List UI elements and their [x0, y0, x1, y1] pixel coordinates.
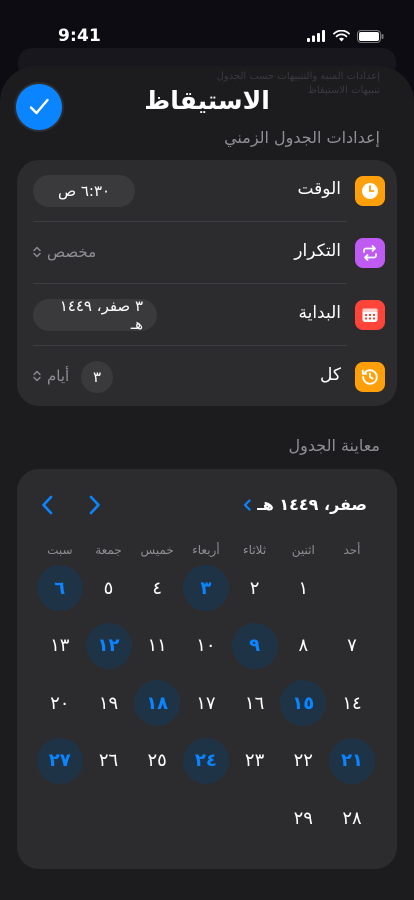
- wifi-icon: [333, 30, 350, 42]
- every-label: كل: [320, 365, 341, 385]
- wake-up-sheet: إعدادات المنبه والتنبيهات حسب الجدول تنب…: [0, 66, 414, 900]
- calendar-day-scheduled[interactable]: ٣: [182, 565, 229, 611]
- preview-section-title: معاينة الجدول: [288, 436, 380, 455]
- calendar-day[interactable]: ٢: [232, 565, 278, 611]
- weekday-label: خميس: [140, 543, 174, 557]
- chevron-up-down-icon: [33, 370, 41, 382]
- calendar-day[interactable]: ١٦: [232, 680, 278, 726]
- calendar-day-scheduled[interactable]: ١٥: [280, 680, 327, 726]
- time-label: الوقت: [297, 179, 341, 199]
- month-picker-button[interactable]: صفر، ١٤٤٩ هـ: [243, 495, 367, 514]
- background-text-line-1: إعدادات المنبه والتنبيهات حسب الجدول: [216, 71, 380, 82]
- cellular-signal-icon: [307, 30, 325, 42]
- status-icons: [307, 29, 384, 43]
- calendar-day-scheduled[interactable]: ٢٧: [36, 737, 83, 784]
- calendar-day[interactable]: ٢٩: [280, 795, 326, 841]
- calendar-day[interactable]: ٢٦: [86, 738, 132, 784]
- start-label: البداية: [298, 303, 341, 323]
- calendar-day[interactable]: ٥: [86, 565, 132, 611]
- status-time: 9:41: [58, 26, 102, 46]
- calendar-day[interactable]: ٢٠: [37, 680, 83, 726]
- weekday-label: أربعاء: [192, 543, 220, 557]
- calendar-day-scheduled[interactable]: ٢٤: [182, 737, 229, 784]
- clock-icon: [355, 176, 385, 206]
- schedule-settings-title: إعدادات الجدول الزمني: [224, 128, 380, 147]
- calendar-day-scheduled[interactable]: ١٨: [134, 680, 181, 726]
- calendar-day[interactable]: ١٠: [183, 623, 229, 669]
- time-value-pill[interactable]: ٦:٣٠ ص: [33, 175, 135, 207]
- calendar-day[interactable]: ٤: [134, 565, 180, 611]
- calendar-day[interactable]: ٨: [280, 623, 326, 669]
- calendar-day[interactable]: ١٤: [329, 680, 375, 726]
- start-date-pill[interactable]: ٣ صفر، ١٤٤٩ هـ: [33, 297, 157, 333]
- month-label: صفر، ١٤٤٩ هـ: [257, 495, 367, 514]
- next-month-button[interactable]: [83, 491, 107, 519]
- every-count-pill[interactable]: ٣: [81, 361, 113, 393]
- calendar-day[interactable]: ٢٣: [232, 738, 278, 784]
- every-row[interactable]: كل ٣ أيام: [17, 346, 397, 408]
- previous-month-button[interactable]: [35, 491, 59, 519]
- calendar-day[interactable]: ٧: [329, 623, 375, 669]
- calendar-day[interactable]: ٢٨: [329, 795, 375, 841]
- calendar-day[interactable]: ٢٢: [280, 738, 326, 784]
- calendar-day-scheduled[interactable]: ٢١: [329, 737, 375, 784]
- weekday-label: اثنين: [291, 543, 315, 557]
- repeat-value: مخصص: [47, 243, 97, 261]
- start-row[interactable]: البداية ٣ صفر، ١٤٤٩ هـ: [17, 284, 397, 346]
- calendar-day-scheduled[interactable]: ١٢: [85, 622, 132, 669]
- calendar-day[interactable]: ١١: [134, 623, 180, 669]
- calendar-day[interactable]: ١٩: [86, 680, 132, 726]
- chevron-left-icon: [244, 498, 251, 511]
- every-unit-value: أيام: [47, 367, 70, 385]
- schedule-settings-card: الوقت ٦:٣٠ ص التكرار مخصص البداية ٣ صفر،…: [17, 160, 397, 406]
- chevron-right-icon: [89, 495, 100, 515]
- calendar-icon: [355, 300, 385, 330]
- calendar-day[interactable]: ١٧: [183, 680, 229, 726]
- calendar-day[interactable]: ٢٥: [134, 738, 180, 784]
- repeat-picker[interactable]: مخصص: [33, 243, 96, 261]
- calendar-day-scheduled[interactable]: ٩: [231, 622, 278, 669]
- calendar-day[interactable]: ١٣: [37, 623, 83, 669]
- schedule-preview-calendar: صفر، ١٤٤٩ هـ أحد اثنين ثلاثاء أربعاء خميس جمع…: [17, 469, 397, 869]
- weekday-label: ثلاثاء: [243, 543, 267, 557]
- weekday-label: أحد: [343, 543, 361, 557]
- repeat-row[interactable]: التكرار مخصص: [17, 222, 397, 284]
- weekday-label: سبت: [47, 543, 73, 557]
- page-title: الاستيقاظ: [144, 86, 270, 115]
- history-icon: [355, 362, 385, 392]
- chevron-left-icon: [42, 495, 53, 515]
- every-unit-picker[interactable]: أيام: [33, 367, 69, 385]
- calendar-day[interactable]: ١: [280, 565, 326, 611]
- repeat-label: التكرار: [294, 241, 341, 261]
- calendar-day-scheduled[interactable]: ٦: [36, 565, 83, 611]
- time-row[interactable]: الوقت ٦:٣٠ ص: [17, 160, 397, 222]
- repeat-icon: [355, 238, 385, 268]
- battery-icon: [357, 29, 384, 43]
- chevron-up-down-icon: [33, 246, 41, 258]
- weekday-label: جمعة: [95, 543, 122, 557]
